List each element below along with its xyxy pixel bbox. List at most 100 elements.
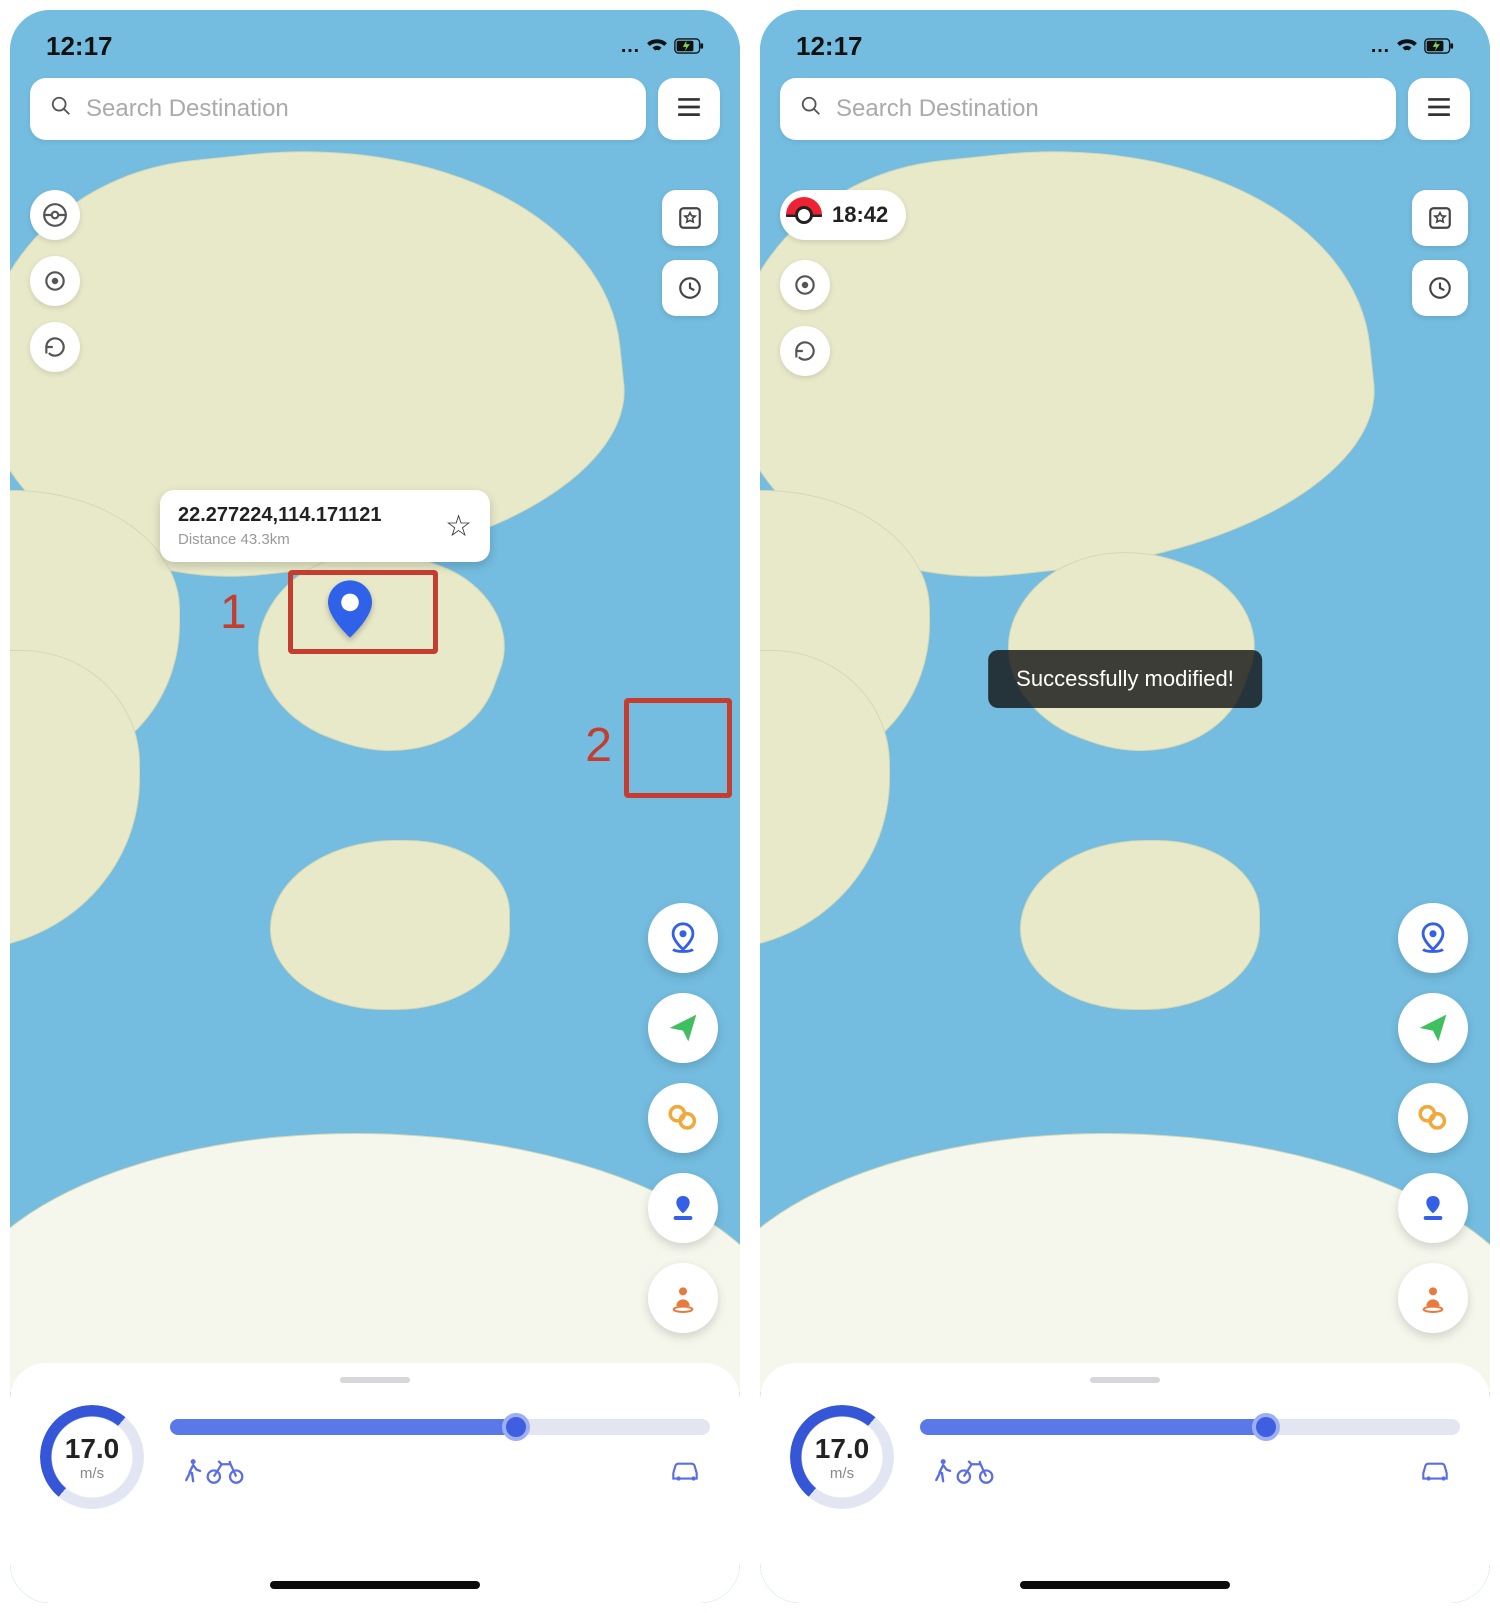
singlespot-button[interactable] xyxy=(1398,1173,1468,1243)
singlespot-icon xyxy=(1417,1192,1449,1224)
paperplane-icon xyxy=(1417,1012,1449,1044)
search-icon xyxy=(800,95,822,124)
slider-knob[interactable] xyxy=(1252,1413,1280,1441)
singlespot-icon xyxy=(667,1192,699,1224)
sheet-handle[interactable] xyxy=(340,1377,410,1383)
speed-gauge: 17.0 m/s xyxy=(40,1405,144,1509)
fab-stack xyxy=(1398,903,1468,1333)
teleport-icon xyxy=(666,921,700,955)
search-placeholder: Search Destination xyxy=(86,95,289,123)
bike-icon[interactable] xyxy=(956,1457,994,1495)
status-time: 12:17 xyxy=(796,31,863,62)
cooldown-pill[interactable]: 18:42 xyxy=(780,190,906,240)
clock-icon xyxy=(1427,275,1453,301)
multispot-button[interactable] xyxy=(648,1083,718,1153)
favorites-button[interactable] xyxy=(1412,190,1468,246)
toast-message: Successfully modified! xyxy=(988,650,1262,708)
multispot-icon xyxy=(666,1101,700,1135)
right-top-stack xyxy=(1412,190,1468,316)
walk-icon[interactable] xyxy=(178,1457,206,1495)
multispot-button[interactable] xyxy=(1398,1083,1468,1153)
car-icon[interactable] xyxy=(668,1457,702,1495)
landmass xyxy=(760,1133,1490,1393)
fab-stack xyxy=(648,903,718,1333)
mode-icons xyxy=(170,1457,710,1495)
right-top-stack xyxy=(662,190,718,316)
speed-gauge: 17.0 m/s xyxy=(790,1405,894,1509)
home-indicator[interactable] xyxy=(1020,1581,1230,1589)
search-input[interactable]: Search Destination xyxy=(780,78,1396,140)
landmass xyxy=(1020,840,1260,1010)
phone-screenshot-left: 12:17 … Search Destination xyxy=(10,10,740,1603)
menu-button[interactable] xyxy=(658,78,720,140)
search-row: Search Destination xyxy=(760,70,1490,154)
search-row: Search Destination xyxy=(10,70,740,154)
star-box-icon xyxy=(677,205,703,231)
status-bar: 12:17 … xyxy=(760,10,1490,70)
speed-unit: m/s xyxy=(80,1465,104,1482)
refresh-button[interactable] xyxy=(780,326,830,376)
search-placeholder: Search Destination xyxy=(836,95,1039,123)
mode-icons xyxy=(920,1457,1460,1495)
target-icon xyxy=(792,272,818,298)
status-time: 12:17 xyxy=(46,31,113,62)
locate-button[interactable] xyxy=(30,256,80,306)
status-icons: … xyxy=(1370,35,1454,58)
pokeball-icon xyxy=(786,197,822,233)
singlespot-button[interactable] xyxy=(648,1173,718,1243)
distance-text: Distance 43.3km xyxy=(178,531,382,548)
clock-icon xyxy=(677,275,703,301)
speed-slider[interactable] xyxy=(920,1419,1460,1435)
person-button[interactable] xyxy=(1398,1263,1468,1333)
favorites-button[interactable] xyxy=(662,190,718,246)
star-icon[interactable]: ☆ xyxy=(445,509,472,544)
multispot-icon xyxy=(1416,1101,1450,1135)
teleport-icon xyxy=(1416,921,1450,955)
paperplane-icon xyxy=(667,1012,699,1044)
annotation-number-1: 1 xyxy=(220,585,247,640)
speed-value: 17.0 xyxy=(815,1433,870,1465)
target-icon xyxy=(42,268,68,294)
teleport-button[interactable] xyxy=(1398,903,1468,973)
status-icons: … xyxy=(620,35,704,58)
speed-sheet[interactable]: 17.0 m/s xyxy=(10,1363,740,1603)
pokeball-icon xyxy=(42,202,68,228)
speed-unit: m/s xyxy=(830,1465,854,1482)
teleport-button[interactable] xyxy=(648,903,718,973)
status-bar: 12:17 … xyxy=(10,10,740,70)
search-icon xyxy=(50,95,72,124)
send-button[interactable] xyxy=(1398,993,1468,1063)
send-button[interactable] xyxy=(648,993,718,1063)
phone-screenshot-right: 12:17 … Search Destination 18:42 xyxy=(760,10,1490,1603)
person-location-icon xyxy=(667,1282,699,1314)
refresh-icon xyxy=(792,338,818,364)
person-button[interactable] xyxy=(648,1263,718,1333)
history-button[interactable] xyxy=(1412,260,1468,316)
refresh-button[interactable] xyxy=(30,322,80,372)
walk-icon[interactable] xyxy=(928,1457,956,1495)
coordinate-text: 22.277224,114.171121 xyxy=(178,504,382,527)
speed-sheet[interactable]: 17.0 m/s xyxy=(760,1363,1490,1603)
refresh-icon xyxy=(42,334,68,360)
speed-slider[interactable] xyxy=(170,1419,710,1435)
slider-knob[interactable] xyxy=(502,1413,530,1441)
bike-icon[interactable] xyxy=(206,1457,244,1495)
car-icon[interactable] xyxy=(1418,1457,1452,1495)
hamburger-icon xyxy=(1426,93,1452,125)
locate-button[interactable] xyxy=(780,260,830,310)
left-tool-stack xyxy=(30,190,80,372)
landmass xyxy=(10,1133,740,1393)
search-input[interactable]: Search Destination xyxy=(30,78,646,140)
menu-button[interactable] xyxy=(1408,78,1470,140)
annotation-number-2: 2 xyxy=(585,718,612,773)
sheet-handle[interactable] xyxy=(1090,1377,1160,1383)
star-box-icon xyxy=(1427,205,1453,231)
history-button[interactable] xyxy=(662,260,718,316)
toast-text: Successfully modified! xyxy=(1016,666,1234,691)
home-indicator[interactable] xyxy=(270,1581,480,1589)
coordinate-popup[interactable]: 22.277224,114.171121 Distance 43.3km ☆ xyxy=(160,490,490,562)
landmass xyxy=(270,840,510,1010)
person-location-icon xyxy=(1417,1282,1449,1314)
left-tool-stack xyxy=(780,260,830,376)
pokeball-button[interactable] xyxy=(30,190,80,240)
